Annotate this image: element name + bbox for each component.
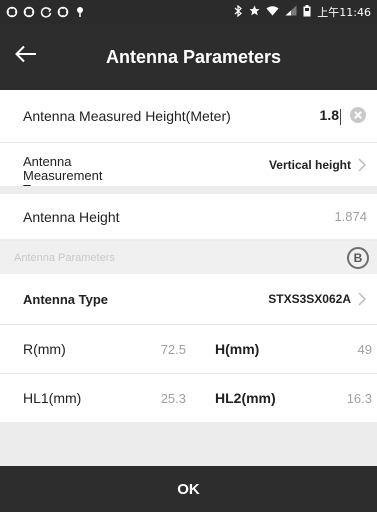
ok-button[interactable]: OK	[0, 466, 377, 512]
status-time: 上午11:46	[317, 6, 371, 19]
antenna-type-value: STXS3SX062A	[268, 292, 351, 306]
antenna-height-row: Antenna Height 1.874	[0, 194, 377, 239]
chevron-right-icon	[357, 157, 367, 172]
r-label: R(mm)	[23, 341, 66, 357]
app-bar: Antenna Parameters	[0, 24, 377, 90]
antenna-height-value: 1.874	[334, 209, 367, 224]
status-right-icons: 上午11:46	[234, 4, 371, 20]
clear-button[interactable]	[349, 106, 367, 127]
measured-height-input[interactable]: 1.8	[319, 107, 341, 125]
clear-icon	[349, 106, 367, 127]
bluetooth-icon	[234, 4, 243, 20]
status-bar: 上午11:46	[0, 0, 377, 24]
antenna-type-row[interactable]: Antenna Type STXS3SX062A	[0, 274, 377, 324]
chevron-right-icon	[357, 292, 367, 306]
signal-icon	[285, 5, 297, 19]
r-value: 72.5	[160, 341, 186, 357]
sync-icon	[40, 6, 52, 18]
star-icon	[249, 5, 260, 19]
hl2-label: HL2(mm)	[215, 390, 276, 406]
notification-icon	[57, 6, 69, 18]
badge-b-button[interactable]: B	[347, 246, 369, 269]
page-title: Antenna Parameters	[105, 46, 282, 67]
section-header: Antenna Parameters B	[0, 241, 377, 274]
measurement-type-label: Antenna Measurement Type	[23, 154, 103, 187]
measurement-type-value: Vertical height	[268, 157, 351, 172]
section-title: Antenna Parameters	[14, 251, 115, 264]
hl1-value: 25.3	[160, 390, 186, 406]
params-row-r-h: R(mm) 72.5 H(mm) 49	[0, 325, 377, 373]
notification-icon	[6, 6, 18, 18]
measured-height-value: 1.8	[319, 107, 339, 124]
measured-height-label: Antenna Measured Height(Meter)	[23, 108, 231, 124]
hl2-value: 16.3	[346, 390, 372, 406]
text-cursor	[340, 108, 341, 125]
h-value: 49	[357, 341, 372, 357]
pin-icon	[74, 6, 86, 18]
measured-height-row: Antenna Measured Height(Meter) 1.8	[0, 90, 377, 142]
back-button[interactable]	[12, 42, 40, 70]
status-left-icons	[6, 6, 86, 18]
antenna-height-label: Antenna Height	[23, 208, 120, 225]
battery-icon	[303, 4, 311, 20]
antenna-type-label: Antenna Type	[23, 291, 108, 307]
measurement-type-row[interactable]: Antenna Measurement Type Vertical height	[0, 143, 377, 186]
notification-icon	[23, 6, 35, 18]
h-label: H(mm)	[215, 341, 260, 357]
badge-b-label: B	[353, 250, 363, 265]
params-row-hl1-hl2: HL1(mm) 25.3 HL2(mm) 16.3	[0, 374, 377, 422]
hl1-label: HL1(mm)	[23, 390, 82, 406]
back-arrow-icon	[15, 45, 37, 68]
wifi-icon	[266, 5, 279, 19]
